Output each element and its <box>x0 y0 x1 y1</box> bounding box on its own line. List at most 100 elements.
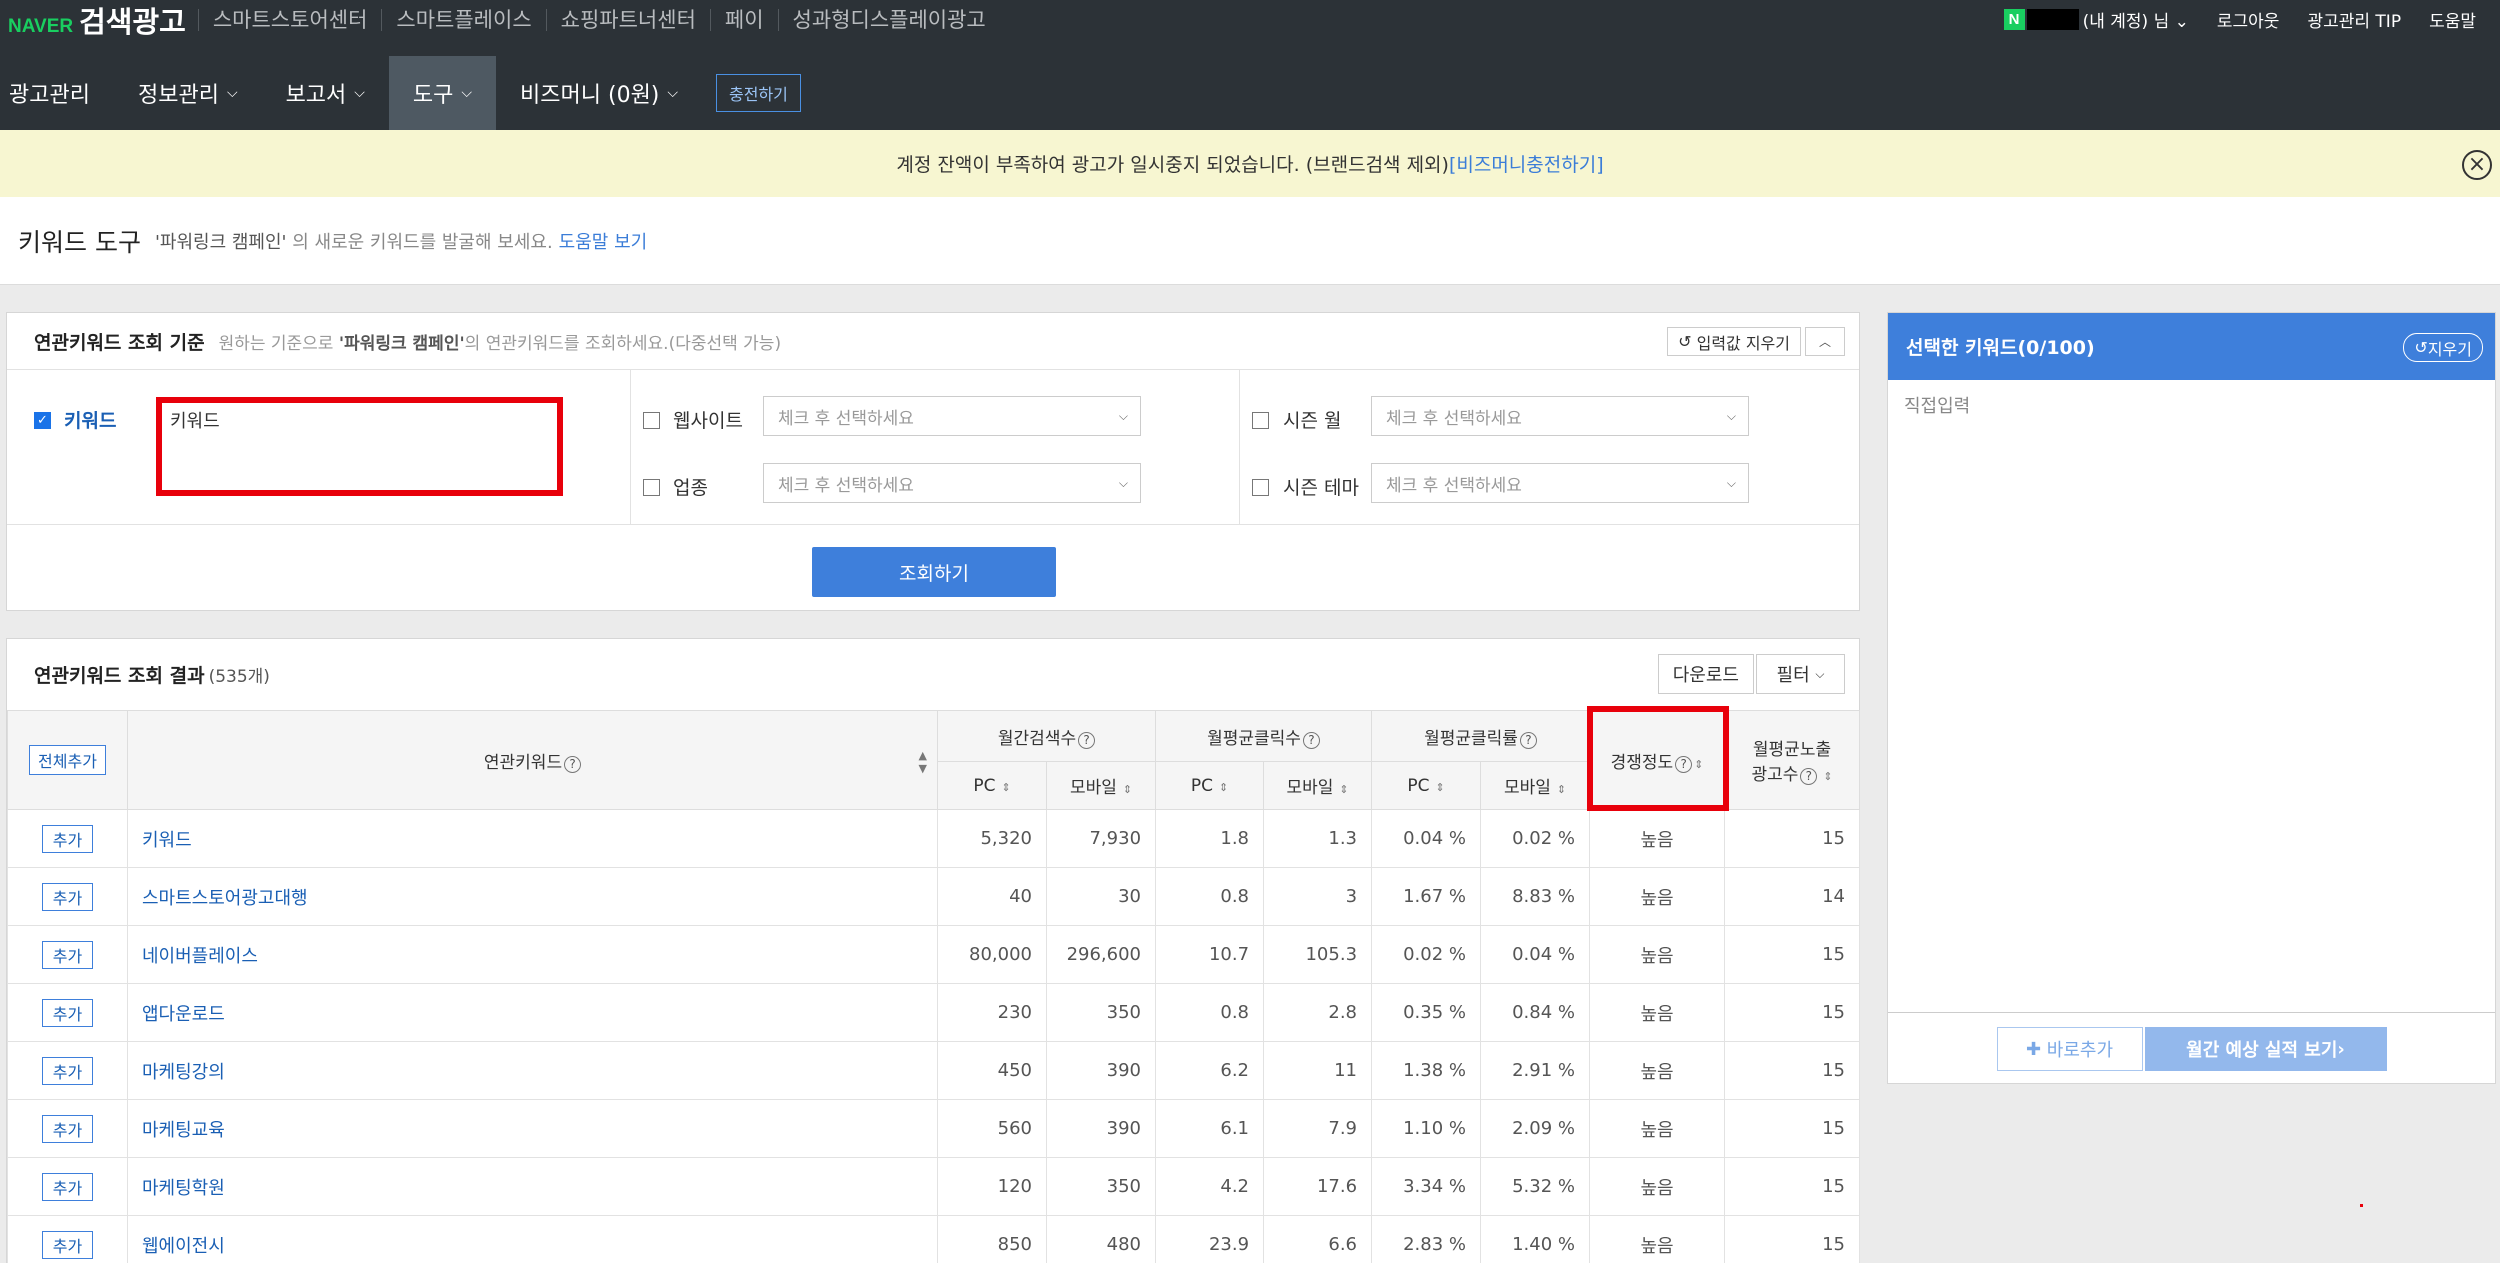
brand-logo[interactable]: NAVER 검색광고 <box>8 0 186 41</box>
sort-icon[interactable]: ⇕ <box>1557 783 1566 796</box>
question-icon[interactable]: ? <box>1800 768 1818 785</box>
keyword-link[interactable]: 웹에이전시 <box>127 1215 938 1263</box>
menu-label: 도구 <box>412 83 454 108</box>
sort-icon[interactable]: ⇕ <box>1123 783 1132 796</box>
monthly-forecast-button[interactable]: 월간 예상 실적 보기 › <box>2144 1027 2387 1071</box>
divider <box>630 370 631 525</box>
click-mobile-cell: 2.8 <box>1263 983 1373 1042</box>
keyword-checkbox[interactable]: ✓ <box>34 412 51 429</box>
season-theme-select[interactable]: 체크 후 선택하세요 ⌵ <box>1371 463 1749 503</box>
add-keyword-button[interactable]: 추가 <box>41 882 94 911</box>
sub-navigation: 광고관리 정보관리 ⌵ 보고서 ⌵ 도구 ⌵ 비즈머니 (0원) ⌵ 충전하기 <box>0 56 2500 130</box>
page-description: '파워링크 캠페인' 의 새로운 키워드를 발굴해 보세요. <box>155 228 553 254</box>
gnb-smartplace[interactable]: 스마트플레이스 <box>381 8 545 31</box>
reset-inputs-button[interactable]: ↺ 입력값 지우기 <box>1667 327 1801 356</box>
chevron-down-icon: ⌵ <box>1726 408 1736 423</box>
website-select[interactable]: 체크 후 선택하세요 ⌵ <box>763 396 1141 436</box>
sort-icon[interactable]: ▲ ▼ <box>919 749 927 775</box>
filter-button[interactable]: 필터 ⌵ <box>1756 654 1845 694</box>
ad-count-header[interactable]: 월평균노출 광고수? ⇕ <box>1724 710 1861 810</box>
sort-icon[interactable]: ⇕ <box>1694 758 1703 771</box>
question-icon[interactable]: ? <box>1078 731 1096 749</box>
naver-n-icon: N <box>2003 9 2025 30</box>
question-icon[interactable]: ? <box>1302 731 1320 749</box>
sort-icon[interactable]: ⇕ <box>1219 781 1228 794</box>
menu-ad-management[interactable]: 광고관리 <box>0 56 114 130</box>
add-keyword-button[interactable]: 추가 <box>41 1172 94 1201</box>
season-theme-checkbox[interactable] <box>1252 479 1269 496</box>
website-label: 웹사이트 <box>673 410 743 432</box>
add-all-button[interactable]: 전체추가 <box>29 745 106 775</box>
keyword-link[interactable]: 앱다운로드 <box>127 983 938 1042</box>
help-link[interactable]: 도움말 <box>2429 7 2476 32</box>
avg-ctr-header: 월평균클릭률? <box>1371 710 1591 762</box>
logout-link[interactable]: 로그아웃 <box>2217 7 2280 32</box>
sort-icon[interactable]: ⇕ <box>1823 770 1832 783</box>
gnb-display-ad[interactable]: 성과형디스플레이광고 <box>777 8 1000 31</box>
competition-cell: 높음 <box>1589 925 1726 984</box>
add-keyword-button[interactable]: 추가 <box>41 1056 94 1085</box>
menu-tools[interactable]: 도구 ⌵ <box>388 56 497 130</box>
help-link[interactable]: 도움말 보기 <box>559 228 648 254</box>
click-pc-header[interactable]: PC ⇕ <box>1155 761 1265 810</box>
menu-reports[interactable]: 보고서 ⌵ <box>262 56 389 130</box>
keyword-link[interactable]: 스마트스토어광고대행 <box>127 867 938 926</box>
sort-icon[interactable]: ⇕ <box>1339 783 1348 796</box>
add-keyword-button[interactable]: 추가 <box>41 1114 94 1143</box>
keyword-link[interactable]: 마케팅강의 <box>127 1041 938 1100</box>
gnb-pay[interactable]: 페이 <box>709 8 778 31</box>
direct-input-area[interactable]: 직접입력 <box>1888 380 2495 1013</box>
keyword-link[interactable]: 네이버플레이스 <box>127 925 938 984</box>
keyword-header[interactable]: 연관키워드? ▲ ▼ <box>127 710 938 810</box>
monthly-search-label: 월간검색수 <box>997 728 1077 749</box>
close-icon[interactable]: × <box>2462 150 2492 180</box>
keyword-link[interactable]: 키워드 <box>127 809 938 868</box>
download-button[interactable]: 다운로드 <box>1657 654 1754 694</box>
add-keyword-button[interactable]: 추가 <box>41 1230 94 1259</box>
chevron-down-icon: ⌵ <box>1726 475 1736 490</box>
question-icon[interactable]: ? <box>1519 731 1537 749</box>
ad-tip-link[interactable]: 광고관리 TIP <box>2307 7 2401 32</box>
click-mobile-header[interactable]: 모바일 ⇕ <box>1263 761 1373 810</box>
industry-select[interactable]: 체크 후 선택하세요 ⌵ <box>763 463 1141 503</box>
chevron-down-icon: ⌵ <box>226 85 238 101</box>
search-pc-cell: 560 <box>937 1099 1047 1158</box>
sort-icon[interactable]: ⇕ <box>1001 781 1010 794</box>
account-dropdown[interactable]: (내 계정) 님 ⌄ <box>2083 7 2189 32</box>
collapse-button[interactable]: ︿ <box>1805 327 1845 356</box>
add-keyword-button[interactable]: 추가 <box>41 824 94 853</box>
search-button[interactable]: 조회하기 <box>812 547 1056 597</box>
search-mobile-header[interactable]: 모바일 ⇕ <box>1045 761 1157 810</box>
keyword-link[interactable]: 마케팅교육 <box>127 1099 938 1158</box>
clear-selected-button[interactable]: ↺ 지우기 <box>2403 333 2483 362</box>
season-month-checkbox[interactable] <box>1252 412 1269 429</box>
charge-button[interactable]: 충전하기 <box>716 74 801 112</box>
bizmoney-charge-link[interactable]: [비즈머니충전하기] <box>1449 150 1604 177</box>
ctr-pc-header[interactable]: PC ⇕ <box>1371 761 1482 810</box>
question-icon[interactable]: ? <box>564 755 582 773</box>
ctr-pc-cell: 1.38 % <box>1371 1041 1482 1100</box>
search-pc-header[interactable]: PC ⇕ <box>937 761 1047 810</box>
ctr-mobile-header[interactable]: 모바일 ⇕ <box>1480 761 1591 810</box>
ad-count-cell: 15 <box>1724 1041 1861 1100</box>
industry-checkbox[interactable] <box>643 479 660 496</box>
chevron-down-icon: ⌄ <box>2174 12 2189 32</box>
season-month-select[interactable]: 체크 후 선택하세요 ⌵ <box>1371 396 1749 436</box>
add-keyword-button[interactable]: 추가 <box>41 998 94 1027</box>
keyword-textarea[interactable]: 키워드 <box>156 397 563 496</box>
add-now-button[interactable]: ✚ 바로추가 <box>1996 1027 2143 1071</box>
competition-header[interactable]: 경쟁정도? ⇕ <box>1589 710 1726 810</box>
add-keyword-button[interactable]: 추가 <box>41 940 94 969</box>
website-checkbox[interactable] <box>643 412 660 429</box>
menu-label: 보고서 <box>285 83 347 108</box>
gnb-smartstore-center[interactable]: 스마트스토어센터 <box>197 8 382 31</box>
menu-bizmoney[interactable]: 비즈머니 (0원) ⌵ <box>496 56 702 130</box>
click-mobile-cell: 17.6 <box>1263 1157 1373 1216</box>
gnb-shopping-partner[interactable]: 쇼핑파트너센터 <box>545 8 710 31</box>
keyword-link[interactable]: 마케팅학원 <box>127 1157 938 1216</box>
ad-count-cell: 14 <box>1724 867 1861 926</box>
sort-icon[interactable]: ⇕ <box>1435 781 1444 794</box>
season-theme-label: 시즌 테마 <box>1283 477 1359 499</box>
menu-info-management[interactable]: 정보관리 ⌵ <box>114 56 262 130</box>
question-icon[interactable]: ? <box>1675 755 1693 773</box>
